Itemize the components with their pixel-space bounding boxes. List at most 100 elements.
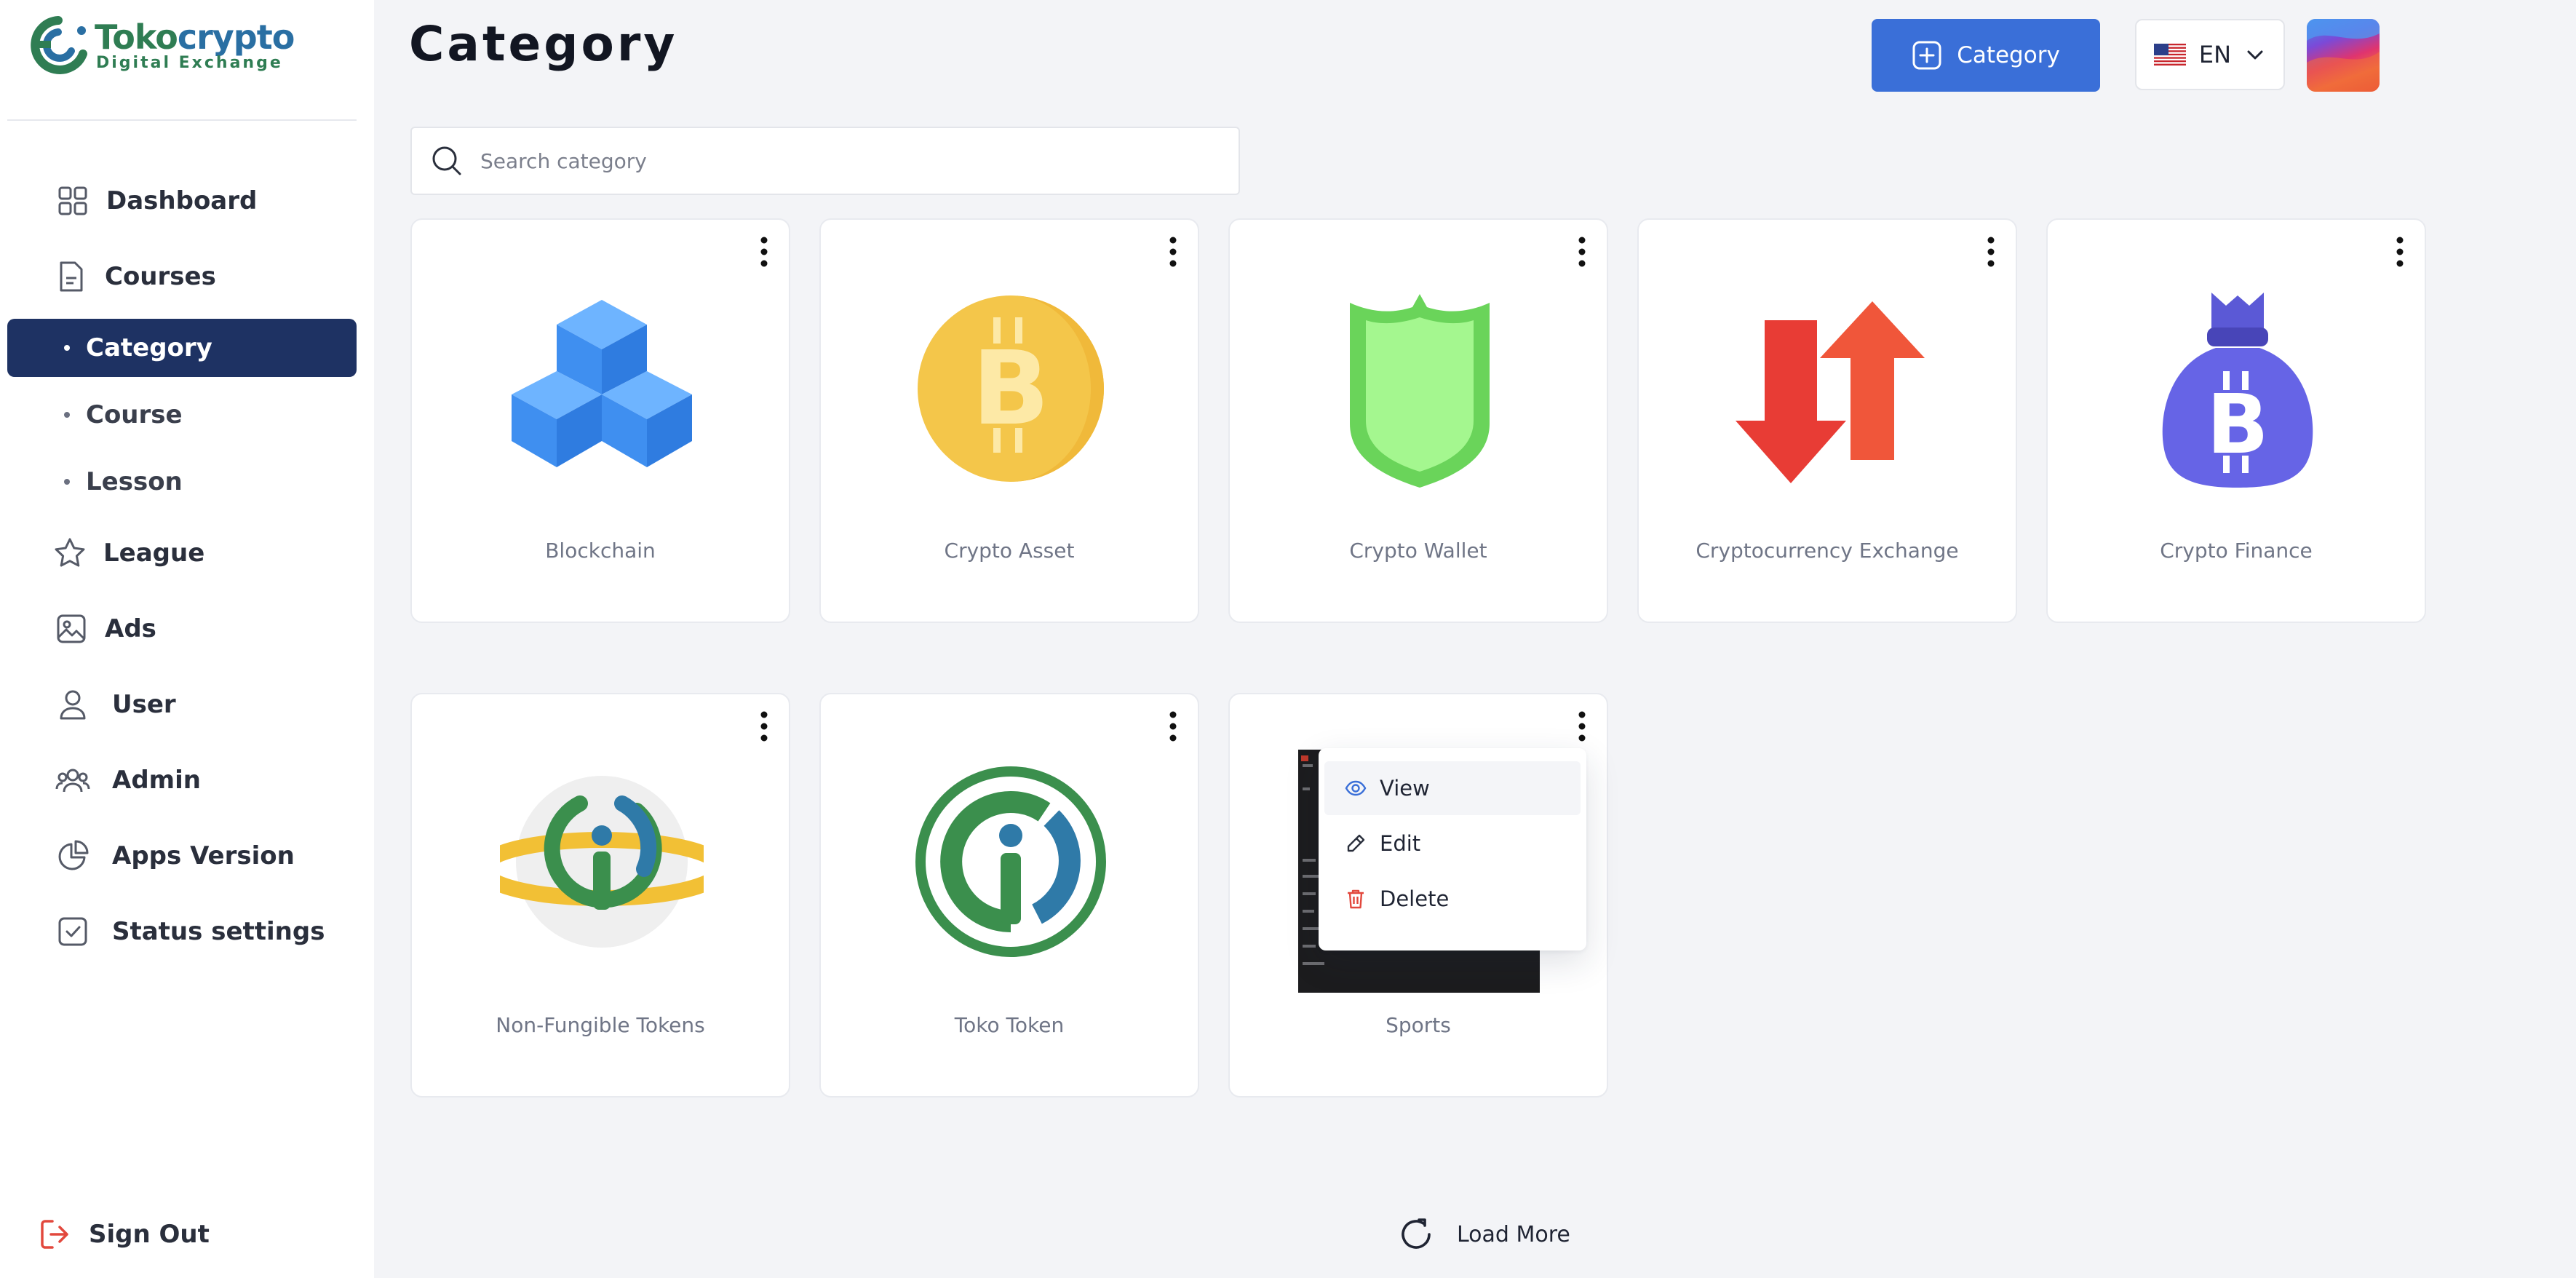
menu-item-edit[interactable]: Edit [1324,817,1581,870]
sidebar-item-status-settings[interactable]: Status settings [7,902,357,961]
sidebar-item-label: Dashboard [106,186,258,215]
category-card-cryptocurrency-exchange[interactable]: Cryptocurrency Exchange [1637,218,2017,623]
refresh-icon [1402,1218,1431,1249]
search-input[interactable] [479,148,1209,174]
more-options-icon[interactable] [2391,236,2409,268]
page-title: Category [409,16,678,72]
sidebar-item-user[interactable]: User [7,675,357,734]
sidebar-item-admin[interactable]: Admin [7,751,357,809]
bullet-icon [64,479,70,485]
svg-text:B: B [972,330,1050,448]
eye-icon [1345,780,1367,796]
nft-planet-icon [500,776,704,948]
sidebar-item-apps-version[interactable]: Apps Version [7,827,357,885]
category-card-blockchain[interactable]: Blockchain [410,218,790,623]
more-options-icon[interactable] [1573,710,1591,742]
avatar[interactable] [2307,19,2380,92]
sidebar-item-courses[interactable]: Courses [7,247,357,306]
brand-name: Tokocrypto [95,17,295,57]
sidebar-item-label: Apps Version [112,841,295,870]
sidebar-divider [7,119,357,121]
more-options-icon[interactable] [1982,236,2000,268]
card-context-menu: View Edit Delete [1319,748,1586,950]
sidebar-item-label: Courses [105,262,216,291]
more-options-icon[interactable] [1573,236,1591,268]
add-category-label: Category [1957,42,2060,68]
document-icon [60,261,83,292]
category-card-toko-token[interactable]: Toko Token [819,693,1199,1098]
chevron-down-icon [2247,50,2263,60]
sidebar-item-course[interactable]: Course [7,386,357,444]
language-selector[interactable]: EN [2135,19,2285,90]
search-box[interactable] [410,127,1240,195]
category-title: Crypto Finance [2160,539,2313,563]
cubes-icon [512,300,692,467]
star-icon [55,538,85,567]
pie-chart-icon [58,840,89,870]
sidebar-item-dashboard[interactable]: Dashboard [7,172,357,230]
menu-item-label: View [1380,776,1430,801]
check-square-icon [58,917,87,946]
load-more-button[interactable]: Load More [1397,1211,1572,1258]
us-flag-icon [2153,44,2186,66]
trash-icon [1348,889,1364,909]
sidebar-item-label: Status settings [112,917,325,946]
sidebar-item-label: Admin [112,766,201,795]
exchange-arrows-icon [1736,301,1925,483]
shield-icon [1350,294,1490,488]
bullet-icon [64,412,70,418]
more-options-icon[interactable] [1164,710,1182,742]
users-icon [55,769,90,793]
menu-item-label: Edit [1380,831,1421,856]
sign-out-button[interactable]: Sign Out [7,1205,357,1263]
category-title: Crypto Asset [944,539,1075,563]
add-category-button[interactable]: Category [1872,19,2100,92]
category-title: Blockchain [545,539,656,563]
pencil-icon [1347,834,1365,852]
category-title: Crypto Wallet [1349,539,1487,563]
menu-item-view[interactable]: View [1324,761,1581,815]
brand-tagline: Digital Exchange [96,54,283,72]
category-title: Toko Token [954,1013,1065,1037]
category-title: Sports [1386,1013,1451,1037]
brand-logo[interactable]: Tokocrypto Digital Exchange [29,16,295,74]
bullet-icon [64,345,70,351]
more-options-icon[interactable] [1164,236,1182,268]
sidebar-item-label: Category [86,333,212,362]
sidebar-item-ads[interactable]: Ads [7,600,357,658]
category-card-non-fungible-tokens[interactable]: Non-Fungible Tokens [410,693,790,1098]
tokocrypto-logo-icon [31,16,87,74]
sidebar-item-label: Course [86,400,183,429]
language-code: EN [2198,41,2232,68]
svg-text:B: B [2206,378,2268,472]
category-card-crypto-finance[interactable]: B Crypto Finance [2046,218,2426,623]
category-title: Non-Fungible Tokens [496,1013,705,1037]
bitcoin-coin-icon: B [918,295,1104,482]
sidebar-item-label: User [112,690,176,719]
avatar-wallpaper [2307,19,2380,92]
sidebar-item-category[interactable]: Category [7,319,357,377]
sign-out-icon [41,1220,68,1249]
category-title: Cryptocurrency Exchange [1696,539,1959,563]
sidebar-item-label: Lesson [86,467,183,496]
category-card-crypto-wallet[interactable]: Crypto Wallet [1228,218,1608,623]
grid-icon [58,186,87,215]
sign-out-label: Sign Out [89,1220,210,1249]
plus-square-icon [1912,41,1941,70]
load-more-label: Load More [1457,1221,1570,1247]
toko-token-icon [915,766,1106,957]
search-icon [432,146,461,175]
sidebar-item-league[interactable]: League [7,524,357,582]
bitcoin-bag-icon: B [2162,293,2313,488]
user-icon [60,690,86,720]
more-options-icon[interactable] [755,236,773,268]
sidebar: Tokocrypto Digital Exchange Dashboard Co… [0,0,374,1278]
sidebar-item-label: Ads [105,614,156,643]
sidebar-item-label: League [103,539,205,568]
category-card-crypto-asset[interactable]: B Crypto Asset [819,218,1199,623]
more-options-icon[interactable] [755,710,773,742]
image-icon [57,614,86,643]
sidebar-item-lesson[interactable]: Lesson [7,453,357,511]
menu-item-delete[interactable]: Delete [1324,872,1581,926]
menu-item-label: Delete [1380,886,1450,911]
